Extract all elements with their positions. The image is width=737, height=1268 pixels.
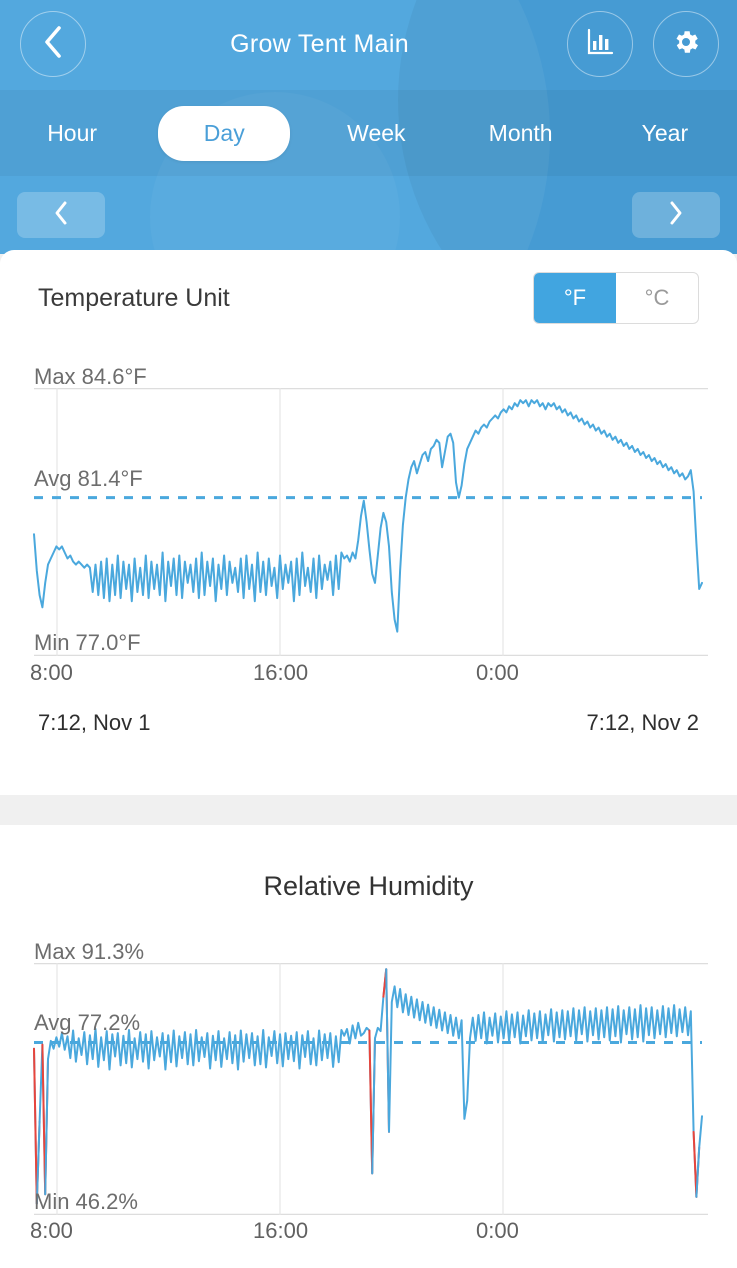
x-tick-label: 0:00 [476, 1218, 519, 1243]
x-tick-label: 8:00 [30, 660, 73, 685]
previous-period-button[interactable] [17, 192, 105, 238]
period-tabs: Hour Day Week Month Year [0, 90, 737, 176]
app-header: Grow Tent Main Hour Day Week Month Year [0, 0, 737, 254]
x-tick-label: 16:00 [253, 660, 309, 685]
temperature-x-axis: 8:00 16:00 0:00 [0, 660, 737, 692]
x-tick-label: 16:00 [253, 1218, 309, 1243]
humidity-card: Relative Humidity Max 91.3% Avg 77.2% Mi… [0, 825, 737, 1268]
humidity-plot [0, 963, 737, 1215]
tab-week[interactable]: Week [304, 110, 448, 157]
tab-year[interactable]: Year [593, 110, 737, 157]
temperature-card: Temperature Unit °F °C Max 84.6°F Avg 81… [0, 250, 737, 795]
statistics-button[interactable] [567, 11, 633, 77]
temperature-unit-row: Temperature Unit °F °C [0, 272, 737, 324]
temperature-unit-toggle[interactable]: °F °C [533, 272, 699, 324]
tab-month[interactable]: Month [449, 110, 593, 157]
humidity-title: Relative Humidity [263, 871, 474, 901]
temperature-chart: Max 84.6°F Avg 81.4°F Min 77.0°F 8:00 16:… [0, 360, 737, 780]
range-start-label: 7:12, Nov 1 [38, 710, 151, 735]
chevron-right-icon [668, 200, 684, 231]
temperature-unit-label: Temperature Unit [38, 283, 230, 312]
humidity-x-axis: 8:00 16:00 0:00 [0, 1218, 737, 1250]
humidity-max-label: Max 91.3% [34, 939, 145, 964]
gear-icon [671, 27, 701, 62]
page-title: Grow Tent Main [230, 29, 409, 58]
tab-day[interactable]: Day [158, 105, 291, 161]
temperature-date-range: 7:12, Nov 1 7:12, Nov 2 [0, 710, 737, 736]
title-bar: Grow Tent Main [0, 0, 737, 88]
header-actions [567, 11, 719, 77]
range-end-label: 7:12, Nov 2 [586, 710, 699, 735]
unit-option-fahrenheit[interactable]: °F [534, 273, 616, 323]
next-period-button[interactable] [632, 192, 720, 238]
settings-button[interactable] [653, 11, 719, 77]
temperature-max-label: Max 84.6°F [34, 364, 147, 389]
x-tick-label: 8:00 [30, 1218, 73, 1243]
unit-option-celsius[interactable]: °C [616, 273, 698, 323]
app-root: Grow Tent Main Hour Day Week Month Year … [0, 0, 737, 1268]
bar-chart-icon [585, 27, 615, 62]
x-tick-label: 0:00 [476, 660, 519, 685]
tab-hour[interactable]: Hour [0, 110, 144, 157]
chevron-left-icon [53, 200, 69, 231]
date-navigation [0, 176, 737, 254]
chevron-left-icon [42, 25, 64, 64]
section-divider [0, 795, 737, 825]
humidity-chart: Max 91.3% Avg 77.2% Min 46.2% 8:00 16:00 0… [0, 935, 737, 1268]
temperature-plot [0, 388, 737, 656]
